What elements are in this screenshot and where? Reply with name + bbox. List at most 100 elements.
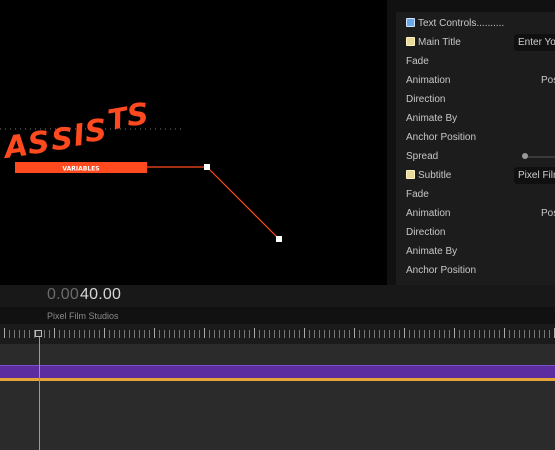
ruler-tick: [104, 328, 105, 338]
animation-row: Animation Pos: [396, 205, 555, 224]
fade-row: Fade: [396, 53, 555, 72]
ruler-tick: [169, 330, 170, 338]
ruler-tick: [94, 330, 95, 338]
ruler-tick: [414, 330, 415, 338]
timeline-ruler[interactable]: [0, 324, 555, 344]
title-letter: S: [50, 122, 74, 158]
ruler-tick: [134, 330, 135, 338]
spread-slider-track[interactable]: [524, 156, 555, 158]
ruler-tick: [509, 330, 510, 338]
ruler-tick: [249, 330, 250, 338]
playhead-line[interactable]: [39, 332, 40, 450]
ruler-tick: [369, 330, 370, 338]
project-name: Pixel Film Studios: [47, 311, 119, 321]
ruler-tick: [259, 330, 260, 338]
main-title-row: Main Title Enter Yo: [396, 34, 555, 53]
ruler-tick: [294, 330, 295, 338]
ruler-tick: [389, 330, 390, 338]
ruler-tick: [139, 330, 140, 338]
ruler-tick: [319, 330, 320, 338]
subtitle-field[interactable]: Pixel Film: [514, 167, 555, 184]
anchor-position-label: Anchor Position: [406, 265, 477, 276]
ruler-tick: [239, 330, 240, 338]
title-letter: A: [0, 128, 30, 166]
ruler-tick: [404, 328, 405, 338]
ruler-tick: [69, 330, 70, 338]
ruler-tick: [494, 330, 495, 338]
ruler-tick: [64, 330, 65, 338]
ruler-tick: [14, 330, 15, 338]
animation-value[interactable]: Pos: [541, 208, 555, 219]
ruler-tick: [234, 330, 235, 338]
ruler-tick: [384, 330, 385, 338]
canvas-viewer[interactable]: A S S I S T S VARIABLES: [0, 0, 387, 285]
ruler-tick: [144, 330, 145, 338]
ruler-tick: [89, 330, 90, 338]
ruler-tick: [424, 330, 425, 338]
animation-label: Animation: [406, 75, 451, 86]
animation-label: Animation: [406, 208, 451, 219]
main-title-field[interactable]: Enter Yo: [514, 34, 555, 51]
ruler-tick: [539, 330, 540, 338]
ruler-tick: [374, 330, 375, 338]
ruler-tick: [189, 330, 190, 338]
ruler-tick: [4, 328, 5, 338]
ruler-tick: [229, 330, 230, 338]
ruler-tick: [529, 330, 530, 338]
ruler-tick: [129, 330, 130, 338]
ruler-tick: [479, 330, 480, 338]
ruler-tick: [59, 330, 60, 338]
anchor-position-row: Anchor Position: [396, 129, 555, 148]
timecode-display[interactable]: 40.00: [80, 286, 121, 304]
fade-label: Fade: [406, 189, 429, 200]
direction-row: Direction: [396, 91, 555, 110]
subtitle-row: Subtitle Pixel Film: [396, 167, 555, 186]
title-graphic: A S S I S T S: [0, 97, 150, 166]
ruler-tick: [454, 328, 455, 338]
title-letter: S: [26, 125, 51, 162]
ruler-tick: [279, 330, 280, 338]
checkbox-icon[interactable]: [406, 18, 415, 27]
ruler-tick: [524, 330, 525, 338]
path-handle: [204, 164, 210, 170]
ruler-tick: [444, 330, 445, 338]
ruler-tick: [549, 330, 550, 338]
ruler-tick: [204, 328, 205, 338]
ruler-tick: [419, 330, 420, 338]
animate-by-row: Animate By: [396, 110, 555, 129]
ruler-tick: [339, 330, 340, 338]
ruler-tick: [429, 330, 430, 338]
ruler-tick: [269, 330, 270, 338]
ruler-tick: [179, 330, 180, 338]
playhead-handle[interactable]: [35, 330, 42, 337]
ruler-tick: [534, 330, 535, 338]
animate-by-row: Animate By: [396, 243, 555, 262]
ruler-tick: [379, 330, 380, 338]
ruler-tick: [344, 330, 345, 338]
ruler-tick: [324, 330, 325, 338]
spread-row: Spread: [396, 148, 555, 167]
spread-slider-knob[interactable]: [522, 153, 528, 159]
ruler-tick: [219, 330, 220, 338]
direction-row: Direction: [396, 224, 555, 243]
subtitle-label: VARIABLES: [62, 166, 99, 173]
ruler-tick: [514, 330, 515, 338]
animation-value[interactable]: Pos: [541, 75, 555, 86]
ruler-tick: [274, 330, 275, 338]
timeline-clip[interactable]: [0, 366, 555, 381]
ruler-tick: [119, 330, 120, 338]
ruler-tick: [184, 330, 185, 338]
note-icon: [406, 170, 415, 179]
ruler-tick: [54, 328, 55, 338]
animate-by-label: Animate By: [406, 246, 458, 257]
ruler-tick: [194, 330, 195, 338]
timeline-track-area[interactable]: [0, 344, 555, 450]
ruler-tick: [359, 330, 360, 338]
canvas-graphics: A S S I S T S VARIABLES: [0, 97, 282, 242]
anchor-position-label: Anchor Position: [406, 132, 477, 143]
text-controls-row[interactable]: Text Controls..........: [396, 15, 555, 34]
fade-label: Fade: [406, 56, 429, 67]
ruler-tick: [164, 330, 165, 338]
fade-row: Fade: [396, 186, 555, 205]
ruler-tick: [9, 330, 10, 338]
